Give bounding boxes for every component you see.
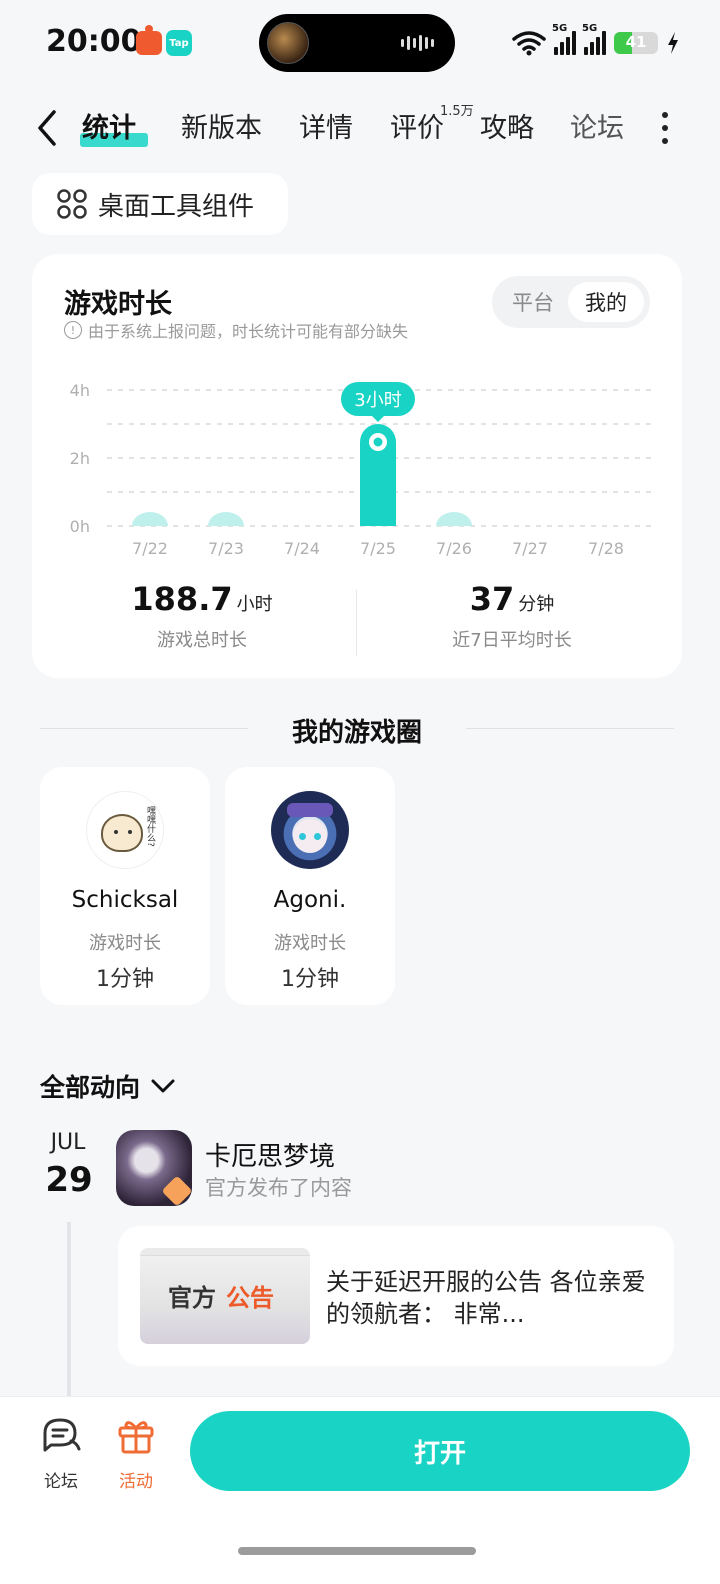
gift-icon <box>118 1421 154 1454</box>
playtime-card: 游戏时长 ! 由于系统上报问题，时长统计可能有部分缺失 平台 我的 0h 2h 4h… <box>32 254 682 678</box>
friend-card[interactable]: Agoni. 游戏时长 1分钟 <box>225 767 395 1005</box>
bar-tooltip-pointer <box>372 416 384 422</box>
avg-playtime-value: 37 <box>469 580 515 618</box>
battery-icon: 41 <box>614 32 658 54</box>
friend-name: Agoni. <box>273 887 347 913</box>
more-menu-icon[interactable] <box>658 112 672 144</box>
tab-guides[interactable]: 攻略 <box>480 106 534 145</box>
signal-icon-2: 5G <box>582 23 606 55</box>
total-playtime-caption: 游戏总时长 <box>157 630 247 651</box>
friend-playtime-label: 游戏时长 <box>89 933 161 954</box>
status-time: 20:00 <box>46 24 142 59</box>
battery-level: 41 <box>625 33 647 51</box>
total-playtime-value: 188.7 <box>131 580 233 618</box>
desktop-widget-label: 桌面工具组件 <box>98 191 255 222</box>
playtime-bar-chart: 0h 2h 4h 7/22 7/23 7/24 3小时 7/25 7/26 7/27 7/28 <box>70 381 652 558</box>
total-playtime-unit: 小时 <box>236 594 273 615</box>
chat-bubble-icon <box>43 1418 81 1452</box>
x-tick-label: 7/24 <box>284 539 320 558</box>
bar <box>132 512 168 526</box>
avg-playtime-caption: 近7日平均时长 <box>452 630 572 651</box>
game-activity-subtitle: 官方发布了内容 <box>205 1176 352 1200</box>
back-button[interactable] <box>30 106 70 150</box>
avg-playtime-unit: 分钟 <box>518 594 555 615</box>
charging-icon <box>668 32 678 54</box>
forum-label: 论坛 <box>44 1472 78 1492</box>
thumb-text-announcement: 公告 <box>226 1284 274 1312</box>
y-tick-label: 2h <box>70 449 90 468</box>
widgets-icon <box>57 189 87 219</box>
post-text: 关于延迟开服的公告 各位亲爱的领航者： 非常... <box>326 1268 646 1328</box>
forum-button[interactable]: 论坛 <box>31 1415 91 1492</box>
tab-new-version[interactable]: 新版本 <box>181 106 262 145</box>
open-game-button[interactable]: 打开 <box>190 1411 690 1491</box>
signal-2-label: 5G <box>582 23 598 34</box>
signal-icon-1: 5G <box>552 23 576 55</box>
audio-waveform-icon <box>401 34 435 52</box>
activity-label: 活动 <box>119 1472 153 1492</box>
playtime-note-text: 由于系统上报问题，时长统计可能有部分缺失 <box>88 322 409 341</box>
feed-month: JUL <box>50 1130 86 1155</box>
friend-playtime-value: 1分钟 <box>281 967 339 992</box>
x-tick-label: 7/28 <box>588 539 624 558</box>
x-tick-label: 7/27 <box>512 539 548 558</box>
status-icons: 5G 5G 41 <box>512 23 680 60</box>
avatar <box>271 791 349 869</box>
bar-tooltip-label: 3小时 <box>354 390 401 411</box>
game-name[interactable]: 卡厄思梦境 <box>205 1136 335 1173</box>
post-thumbnail: 官方 公告 <box>140 1248 310 1344</box>
bottom-action-bar: 论坛 活动 打开 <box>0 1396 720 1584</box>
activity-button[interactable]: 活动 <box>106 1415 166 1492</box>
game-icon[interactable] <box>116 1130 192 1206</box>
game-circle-title: 我的游戏圈 <box>291 718 422 748</box>
tab-details[interactable]: 详情 <box>299 106 353 145</box>
feed-filter-label: 全部动向 <box>40 1073 141 1102</box>
friend-card[interactable]: 嘿嘿什么? Schicksal 游戏时长 1分钟 <box>40 767 210 1005</box>
friend-playtime-value: 1分钟 <box>96 967 154 992</box>
tab-reviews[interactable]: 评价 <box>390 106 444 145</box>
home-indicator[interactable] <box>238 1547 476 1555</box>
chevron-left-icon <box>38 110 56 146</box>
wifi-icon <box>512 31 546 56</box>
friend-playtime-label: 游戏时长 <box>274 933 346 954</box>
y-tick-label: 0h <box>70 517 90 536</box>
thumb-text-official: 官方 <box>168 1284 216 1312</box>
bar-marker-dot <box>373 437 383 447</box>
info-icon: ! <box>64 321 82 339</box>
bar <box>208 512 244 526</box>
notification-app-icon <box>136 25 162 55</box>
stat-divider <box>356 590 357 656</box>
tab-stats[interactable]: 统计 <box>82 106 136 145</box>
x-tick-label: 7/26 <box>436 539 472 558</box>
avg-playtime-stat: 37 分钟 近7日平均时长 <box>362 580 662 652</box>
signal-1-label: 5G <box>552 23 568 34</box>
x-tick-label: 7/25 <box>360 539 396 558</box>
toggle-mine[interactable]: 我的 <box>568 282 644 322</box>
announcement-post-card[interactable]: 官方 公告 关于延迟开服的公告 各位亲爱的领航者： 非常... <box>118 1226 674 1366</box>
dynamic-island[interactable] <box>259 14 455 72</box>
x-tick-label: 7/22 <box>132 539 168 558</box>
desktop-widget-button[interactable]: 桌面工具组件 <box>32 173 288 235</box>
y-tick-label: 4h <box>70 381 90 400</box>
platform-mine-toggle: 平台 我的 <box>492 276 650 328</box>
chevron-down-icon <box>151 1079 175 1093</box>
playtime-title: 游戏时长 <box>64 289 172 320</box>
review-count-badge: 1.5万 <box>440 104 474 119</box>
bar <box>436 512 472 526</box>
friend-name: Schicksal <box>71 887 179 913</box>
total-playtime-stat: 188.7 小时 游戏总时长 <box>52 580 352 652</box>
feed-day: 29 <box>45 1160 93 1200</box>
timeline-line <box>67 1222 71 1397</box>
toggle-platform[interactable]: 平台 <box>500 282 566 322</box>
tab-forum[interactable]: 论坛 <box>570 106 624 145</box>
avatar: 嘿嘿什么? <box>86 791 164 869</box>
feed-filter-dropdown[interactable]: 全部动向 <box>40 1068 176 1104</box>
now-playing-thumbnail <box>267 22 309 64</box>
x-tick-label: 7/23 <box>208 539 244 558</box>
taptap-app-icon: Tap <box>166 30 192 56</box>
playtime-note: ! 由于系统上报问题，时长统计可能有部分缺失 <box>64 318 408 342</box>
avatar-caption: 嘿嘿什么? <box>145 806 155 847</box>
